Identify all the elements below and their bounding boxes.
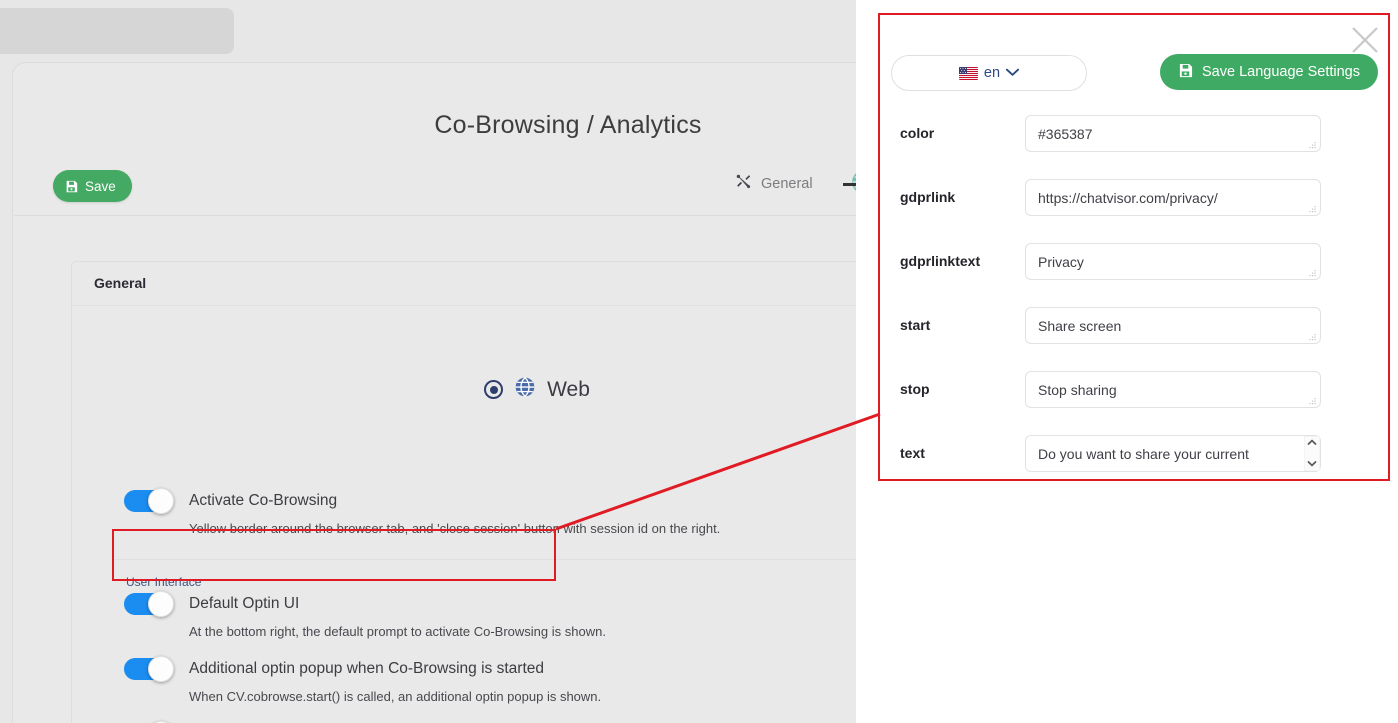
toggle-knob — [148, 488, 174, 514]
field-input-stop[interactable] — [1025, 371, 1321, 408]
screen-root: Co-Browsing / Analytics Save General Gen… — [0, 0, 1398, 723]
chevron-down-icon — [1006, 64, 1020, 82]
field-input-color[interactable] — [1025, 115, 1321, 152]
language-select[interactable]: en — [891, 55, 1087, 91]
us-flag-icon — [958, 66, 978, 80]
language-code: en — [983, 65, 1001, 81]
save-language-settings-label: Save Language Settings — [1201, 64, 1360, 80]
field-input-gdprlinktext[interactable] — [1025, 243, 1321, 280]
main-content-card: Co-Browsing / Analytics Save General Gen… — [12, 62, 880, 723]
section-title: General — [94, 275, 147, 291]
setting-description: Yellow border around the browser tab, an… — [189, 521, 721, 536]
setting-label: Default Optin UI — [189, 595, 300, 612]
close-icon[interactable] — [1348, 23, 1382, 57]
top-placeholder-chip — [0, 8, 234, 54]
section-header: General — [72, 262, 880, 306]
field-label-gdprlinktext: gdprlinktext — [900, 253, 981, 269]
setting-label: Activate Co-Browsing — [189, 492, 338, 509]
radio-web[interactable] — [484, 380, 504, 399]
tab-general[interactable]: General — [735, 173, 813, 194]
setting-label: Additional optin popup when Co-Browsing … — [189, 660, 544, 677]
setting-activate-cobrowsing: Activate Co-Browsing Yellow border aroun… — [124, 488, 721, 536]
save-language-settings-button[interactable]: Save Language Settings — [1159, 54, 1378, 90]
field-label-color: color — [900, 125, 935, 141]
toggle-activate-cobrowsing[interactable] — [124, 488, 174, 514]
toggle-knob — [148, 591, 174, 617]
tab-row: General — [13, 161, 880, 209]
toggle-additional-optin-popup[interactable] — [124, 656, 174, 682]
setting-description: When CV.cobrowse.start() is called, an a… — [189, 689, 602, 704]
mode-radio-web[interactable]: Web — [72, 376, 880, 403]
general-section-card: General Web Activate Co-Browsing Yellow … — [71, 261, 880, 723]
toggle-default-optin-ui[interactable] — [124, 591, 174, 617]
field-input-text[interactable] — [1025, 435, 1321, 472]
language-settings-panel: en Save Language Settings color #365387 … — [878, 13, 1390, 481]
tools-icon — [735, 173, 752, 194]
field-label-start: start — [900, 317, 931, 333]
field-input-start[interactable] — [1025, 307, 1321, 344]
field-label-stop: stop — [900, 381, 930, 397]
application-area: Co-Browsing / Analytics Save General Gen… — [0, 0, 880, 723]
card-divider — [14, 215, 880, 216]
setting-additional-optin-popup: Additional optin popup when Co-Browsing … — [124, 656, 602, 704]
group-label-user-interface: User Interface — [126, 575, 202, 589]
setting-divider — [114, 559, 880, 560]
setting-default-optin-ui: Default Optin UI At the bottom right, th… — [124, 591, 606, 639]
radio-web-dot — [489, 385, 498, 394]
page-title: Co-Browsing / Analytics — [434, 111, 702, 139]
save-floppy-icon — [1178, 63, 1193, 82]
field-label-gdprlink: gdprlink — [900, 189, 956, 205]
field-label-text: text — [900, 445, 925, 461]
tab-general-label: General — [761, 175, 813, 192]
setting-description: At the bottom right, the default prompt … — [189, 624, 606, 639]
mode-web-label: Web — [547, 377, 590, 401]
field-input-gdprlink[interactable] — [1025, 179, 1321, 216]
globe-icon — [514, 376, 536, 403]
toggle-knob — [148, 656, 174, 682]
